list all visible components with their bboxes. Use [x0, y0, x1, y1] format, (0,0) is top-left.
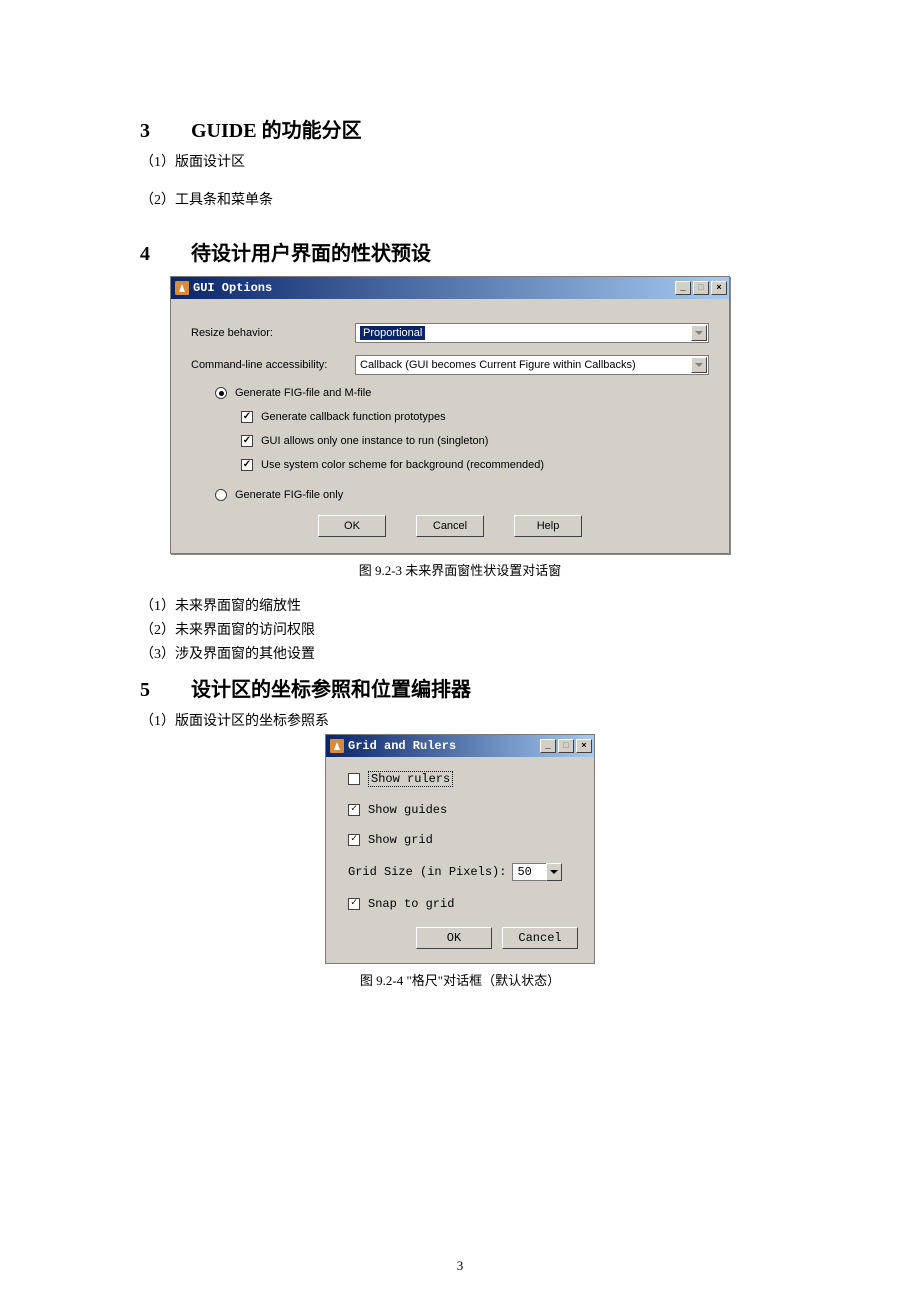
show-rulers-checkbox[interactable]: Show rulers [342, 771, 578, 787]
section3-item-1: （1）版面设计区 [140, 151, 780, 171]
grid-rulers-title: Grid and Rulers [348, 739, 540, 753]
checkbox-icon [241, 435, 253, 447]
cancel-button[interactable]: Cancel [502, 927, 578, 949]
generate-fig-m-radio[interactable]: Generate FIG-file and M-file [191, 387, 709, 399]
post-fig1-item-1: （1）未来界面窗的缩放性 [140, 595, 780, 615]
singleton-checkbox[interactable]: GUI allows only one instance to run (sin… [191, 435, 709, 447]
generate-fig-only-label: Generate FIG-file only [235, 489, 343, 501]
snap-to-grid-checkbox[interactable]: Snap to grid [342, 897, 578, 911]
system-color-label: Use system color scheme for background (… [261, 459, 544, 471]
cancel-button[interactable]: Cancel [416, 515, 484, 537]
checkbox-icon [241, 411, 253, 423]
radio-icon [215, 489, 227, 501]
maximize-button[interactable]: □ [693, 281, 709, 295]
ok-button[interactable]: OK [416, 927, 492, 949]
post-fig1-item-3: （3）涉及界面窗的其他设置 [140, 643, 780, 663]
generate-fig-only-radio[interactable]: Generate FIG-file only [191, 489, 709, 501]
checkbox-icon [241, 459, 253, 471]
maximize-button[interactable]: □ [558, 739, 574, 753]
figure-9-2-3-caption: 图 9.2-3 未来界面窗性状设置对话窗 [140, 560, 780, 579]
show-grid-label: Show grid [368, 833, 433, 847]
cmdline-access-label: Command-line accessibility: [191, 359, 355, 371]
heading-5-title: 设计区的坐标参照和位置编排器 [191, 679, 471, 701]
app-icon [175, 281, 189, 295]
heading-5-num: 5 [140, 679, 186, 702]
system-color-checkbox[interactable]: Use system color scheme for background (… [191, 459, 709, 471]
show-rulers-label: Show rulers [368, 771, 453, 787]
grid-size-input[interactable]: 50 [512, 863, 546, 881]
help-button[interactable]: Help [514, 515, 582, 537]
gui-options-titlebar: GUI Options _ □ × [171, 277, 729, 299]
gui-options-dialog: GUI Options _ □ × Resize behavior: Propo… [170, 276, 730, 554]
minimize-button[interactable]: _ [540, 739, 556, 753]
heading-4-title: 待设计用户界面的性状预设 [191, 243, 431, 265]
grid-size-dropdown[interactable] [546, 863, 562, 881]
heading-5: 5 设计区的坐标参照和位置编排器 [140, 673, 780, 702]
show-guides-checkbox[interactable]: Show guides [342, 803, 578, 817]
checkbox-icon [348, 834, 360, 846]
cmdline-access-dropdown[interactable]: Callback (GUI becomes Current Figure wit… [355, 355, 709, 375]
section5-item-1: （1）版面设计区的坐标参照系 [140, 710, 780, 730]
show-grid-checkbox[interactable]: Show grid [342, 833, 578, 847]
app-icon [330, 739, 344, 753]
generate-callback-label: Generate callback function prototypes [261, 411, 446, 423]
resize-behavior-value: Proportional [360, 326, 425, 340]
ok-button[interactable]: OK [318, 515, 386, 537]
show-guides-label: Show guides [368, 803, 447, 817]
figure-9-2-4-caption: 图 9.2-4 "格尺"对话框（默认状态） [140, 970, 780, 989]
snap-to-grid-label: Snap to grid [368, 897, 454, 911]
heading-3-title: GUIDE 的功能分区 [191, 120, 362, 142]
singleton-label: GUI allows only one instance to run (sin… [261, 435, 488, 447]
heading-4-num: 4 [140, 243, 186, 266]
grid-rulers-dialog: Grid and Rulers _ □ × Show rulers Show g… [325, 734, 595, 964]
section3-item-2: （2）工具条和菜单条 [140, 189, 780, 209]
checkbox-icon [348, 898, 360, 910]
resize-behavior-dropdown[interactable]: Proportional [355, 323, 709, 343]
grid-size-label: Grid Size (in Pixels): [348, 865, 506, 879]
checkbox-icon [348, 804, 360, 816]
post-fig1-item-2: （2）未来界面窗的访问权限 [140, 619, 780, 639]
chevron-down-icon [691, 325, 707, 341]
close-button[interactable]: × [576, 739, 592, 753]
grid-rulers-titlebar: Grid and Rulers _ □ × [326, 735, 594, 757]
cmdline-access-value: Callback (GUI becomes Current Figure wit… [360, 359, 636, 371]
chevron-down-icon [691, 357, 707, 373]
close-button[interactable]: × [711, 281, 727, 295]
checkbox-icon [348, 773, 360, 785]
heading-3-num: 3 [140, 120, 186, 143]
radio-icon [215, 387, 227, 399]
heading-3: 3 GUIDE 的功能分区 [140, 114, 780, 143]
resize-behavior-label: Resize behavior: [191, 327, 355, 339]
minimize-button[interactable]: _ [675, 281, 691, 295]
page-number: 3 [0, 1258, 920, 1274]
gui-options-title: GUI Options [193, 281, 675, 295]
generate-fig-m-label: Generate FIG-file and M-file [235, 387, 371, 399]
generate-callback-checkbox[interactable]: Generate callback function prototypes [191, 411, 709, 423]
heading-4: 4 待设计用户界面的性状预设 [140, 237, 780, 266]
